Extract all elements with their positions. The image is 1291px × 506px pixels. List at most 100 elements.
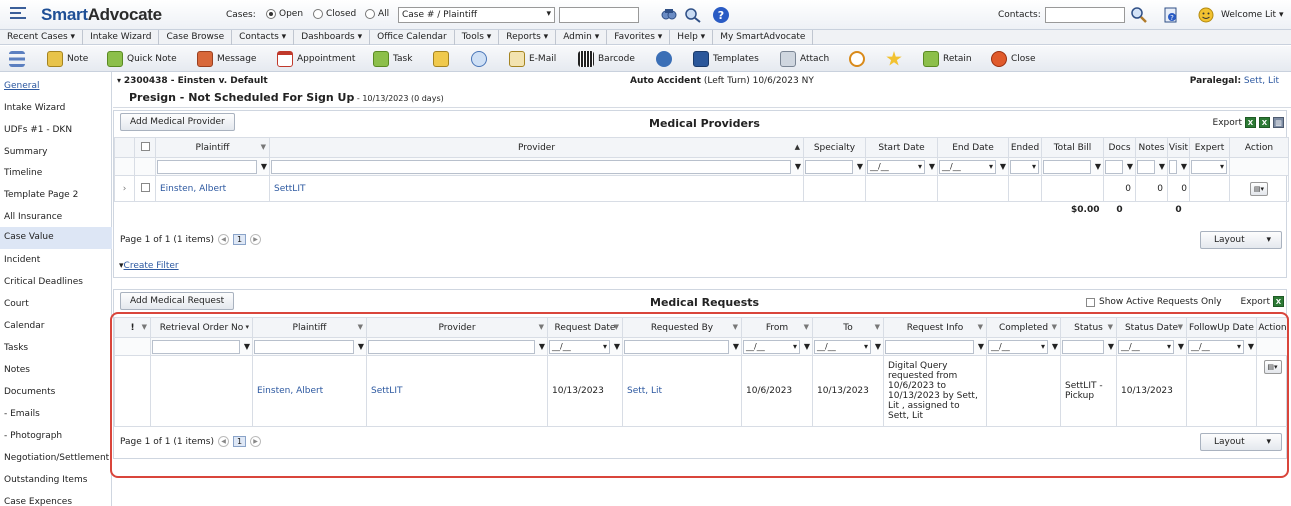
filter-icon[interactable]: ▼ [142,323,147,331]
note-button[interactable]: Note [47,51,88,67]
menu-admin[interactable]: Admin ▾ [556,30,608,45]
col-notes[interactable]: Notes [1135,137,1168,158]
menu-my-smartadvocate[interactable]: My SmartAdvocate [713,30,814,45]
filter-icon[interactable]: ▼ [261,143,266,151]
cell-plaintiff[interactable]: Einsten, Albert [155,175,270,202]
expand-row-icon[interactable]: › [114,175,135,202]
row-action-menu-icon[interactable]: ▤▾ [1263,360,1282,374]
menu-recent-cases[interactable]: Recent Cases ▾ [0,30,84,45]
filter-retrieval-order-no[interactable]: ▼ [150,337,253,356]
filter-end-date[interactable]: __/__▼ [937,157,1009,176]
filter-request-info[interactable]: ▼ [883,337,987,356]
filter-expert[interactable] [1189,157,1230,176]
prev-page-icon[interactable]: ◀ [218,234,229,245]
next-page-icon[interactable]: ▶ [250,436,262,447]
toggle-sidebar-button[interactable] [9,51,25,67]
col-status-date[interactable]: Status Date ▼ [1116,317,1187,338]
sidebar-item-template-page-2[interactable]: Template Page 2 [0,185,112,207]
col-status[interactable]: Status ▼ [1060,317,1117,338]
case-search-input[interactable] [559,7,639,23]
sidebar-item-timeline[interactable]: Timeline [0,163,112,185]
col-to[interactable]: To ▼ [812,317,884,338]
case-search-type-select[interactable]: Case # / Plaintiff [398,7,555,23]
filter-status[interactable]: ▼ [1060,337,1117,356]
menu-favorites[interactable]: Favorites ▾ [607,30,671,45]
col-start-date[interactable]: Start Date [865,137,938,158]
advanced-search-icon[interactable] [684,6,702,24]
export-chart-icon[interactable]: ▥ [1273,117,1284,128]
col-from[interactable]: From ▼ [741,317,813,338]
filter-icon[interactable]: ▼ [539,323,544,331]
sidebar-item-incident[interactable]: Incident [0,250,112,272]
task-button[interactable]: Task [373,51,412,67]
case-number[interactable]: 2300438 - Einsten v. Default [117,76,268,86]
filter-from[interactable]: __/__▼ [741,337,813,356]
checklist-button[interactable] [433,51,449,67]
menu-contacts[interactable]: Contacts ▾ [232,30,295,45]
filter-provider[interactable]: ▼ [366,337,548,356]
menu-dashboards[interactable]: Dashboards ▾ [294,30,371,45]
col-end-date[interactable]: End Date [937,137,1009,158]
cell-provider[interactable]: SettLIT [366,355,548,427]
welcome-user-menu[interactable]: Welcome Lit [1221,10,1283,20]
filter-status-date[interactable]: __/__▼ [1116,337,1187,356]
message-button[interactable]: Message [197,51,256,67]
filter-icon[interactable]: ▼ [358,323,363,331]
filter-start-date[interactable]: __/__▼ [865,157,938,176]
filter-requested-by[interactable]: ▼ [622,337,742,356]
filter-notes[interactable]: ▼ [1135,157,1168,176]
filter-plaintiff[interactable]: ▼ [155,157,270,176]
filter-icon[interactable]: ▼ [733,323,738,331]
contacts-search-input[interactable] [1045,7,1125,23]
sidebar-item-court[interactable]: Court [0,294,112,316]
providers-layout-button[interactable]: Layout [1200,231,1282,249]
sidebar-item-all-insurance[interactable]: All Insurance [0,207,112,229]
requests-layout-button[interactable]: Layout [1200,433,1282,451]
sidebar-item-case-expences[interactable]: Case Expences [0,492,112,506]
sidebar-item-notes[interactable]: Notes [0,360,112,382]
filter-total-bill[interactable]: ▼ [1041,157,1104,176]
add-medical-provider-button[interactable]: Add Medical Provider [120,113,235,131]
menu-case-browse[interactable]: Case Browse [159,30,233,45]
show-active-checkbox[interactable] [1086,297,1095,307]
col-retrieval-order-no[interactable]: Retrieval Order No ▾ [150,317,253,338]
sidebar-item-documents[interactable]: Documents [0,382,112,404]
table-row[interactable]: Einsten, Albert SettLIT 10/13/2023 Sett,… [114,355,1289,427]
menu-help[interactable]: Help ▾ [670,30,714,45]
sidebar-item-outstanding-items[interactable]: Outstanding Items [0,470,112,492]
retain-button[interactable]: Retain [923,51,972,67]
col-followup-date[interactable]: FollowUp Date [1186,317,1257,338]
show-active-requests-toggle[interactable]: Show Active Requests Only [1086,297,1222,307]
filter-visit[interactable]: ▼ [1167,157,1190,176]
select-all-checkbox[interactable] [140,141,150,151]
app-logo[interactable]: SmartAdvocate [41,5,162,25]
export-excel-icon[interactable]: X [1273,296,1284,307]
filter-icon[interactable]: ▼ [614,323,619,331]
clock-button[interactable] [849,51,865,67]
sort-asc-icon[interactable]: ▲ [795,143,800,151]
menu-tools[interactable]: Tools ▾ [455,30,500,45]
col-visit[interactable]: Visit [1167,137,1190,158]
filter-specialty[interactable]: ▼ [803,157,866,176]
filter-ended[interactable] [1008,157,1042,176]
radio-all[interactable]: All [365,9,389,19]
table-row[interactable]: › Einsten, Albert SettLIT 0 0 0 ▤▾ [114,175,1289,202]
row-checkbox[interactable] [140,182,150,192]
user-smiley-icon[interactable] [1197,6,1215,24]
filter-plaintiff[interactable]: ▼ [252,337,367,356]
filter-followup-date[interactable]: __/__▼ [1186,337,1257,356]
quick-note-button[interactable]: Quick Note [107,51,177,67]
col-completed[interactable]: Completed ▼ [986,317,1061,338]
chat-button[interactable] [471,51,487,67]
sidebar-item-emails[interactable]: - Emails [0,404,112,426]
sidebar-item-critical-deadlines[interactable]: Critical Deadlines [0,272,112,294]
menu-intake-wizard[interactable]: Intake Wizard [83,30,160,45]
add-medical-request-button[interactable]: Add Medical Request [120,292,235,310]
favorite-button[interactable] [886,51,902,67]
sidebar-item-general[interactable]: General [0,76,112,98]
col-docs[interactable]: Docs [1103,137,1136,158]
filter-icon[interactable]: ▼ [875,323,880,331]
contacts-search-icon[interactable] [1130,6,1148,24]
col-flag[interactable]: ! ▼ [114,317,151,338]
sidebar-item-summary[interactable]: Summary [0,142,112,164]
